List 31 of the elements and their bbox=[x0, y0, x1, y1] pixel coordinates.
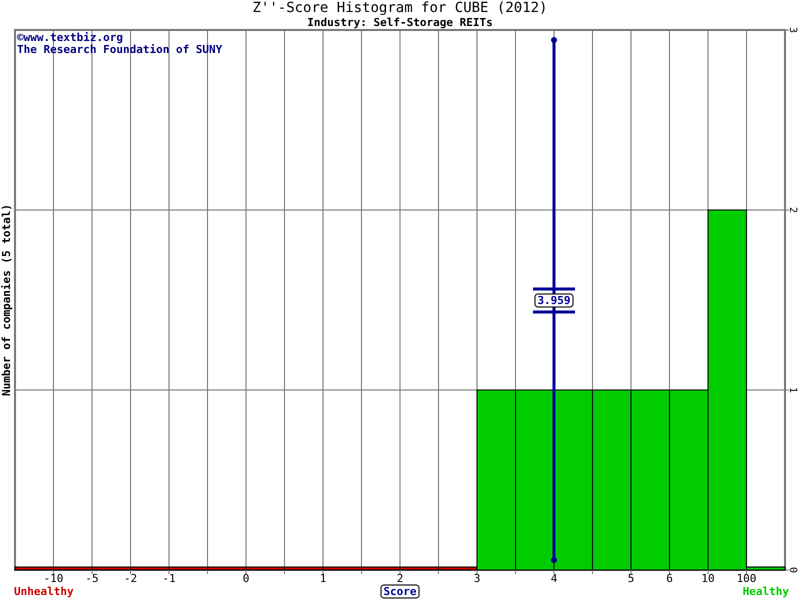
chart-title: Z''-Score Histogram for CUBE (2012) bbox=[252, 0, 548, 16]
axis-tick-label: -2 bbox=[124, 572, 138, 585]
axis-tick-label: -10 bbox=[44, 572, 64, 585]
axis-tick-label: 100 bbox=[736, 572, 756, 585]
axis-tick-label: 1 bbox=[787, 386, 798, 394]
axis-tick-label: 10 bbox=[701, 572, 715, 585]
score-value-label: 3.959 bbox=[533, 288, 575, 314]
axis-tick-label: 2 bbox=[396, 572, 404, 585]
x-axis-label: Score bbox=[380, 584, 420, 598]
axis-tick-label: -5 bbox=[85, 572, 99, 585]
line-end-dot-drawing bbox=[551, 557, 557, 563]
line-end-dot-drawing bbox=[551, 37, 557, 43]
axis-tick-label: -1 bbox=[162, 572, 176, 585]
axis-tick-label: 2 bbox=[787, 206, 798, 214]
axis-tick-label: 0 bbox=[787, 566, 798, 574]
annotation: 3.959 bbox=[537, 294, 571, 307]
axis-tick-label: 1 bbox=[320, 572, 326, 585]
chart-subtitle: Industry: Self-Storage REITs bbox=[307, 16, 493, 29]
credit-text: The Research Foundation of SUNY bbox=[17, 43, 222, 56]
baseline-bar bbox=[746, 566, 786, 570]
axis-tick-label: 5 bbox=[628, 572, 634, 585]
axis-tick-label: 6 bbox=[666, 572, 673, 585]
axis-tick-label: 3 bbox=[474, 572, 480, 585]
unhealthy-label: Unhealthy bbox=[14, 585, 74, 598]
healthy-label: Healthy bbox=[742, 585, 789, 598]
axis-tick-label: 4 bbox=[550, 572, 558, 585]
credit-text: ©www.textbiz.org bbox=[17, 31, 123, 44]
axis-tick-label: 3 bbox=[787, 26, 798, 34]
y-axis-label: Number of companies (5 total) bbox=[0, 204, 13, 396]
x-axis-title: Score bbox=[383, 585, 417, 598]
axis-tick-label: 0 bbox=[242, 572, 250, 585]
